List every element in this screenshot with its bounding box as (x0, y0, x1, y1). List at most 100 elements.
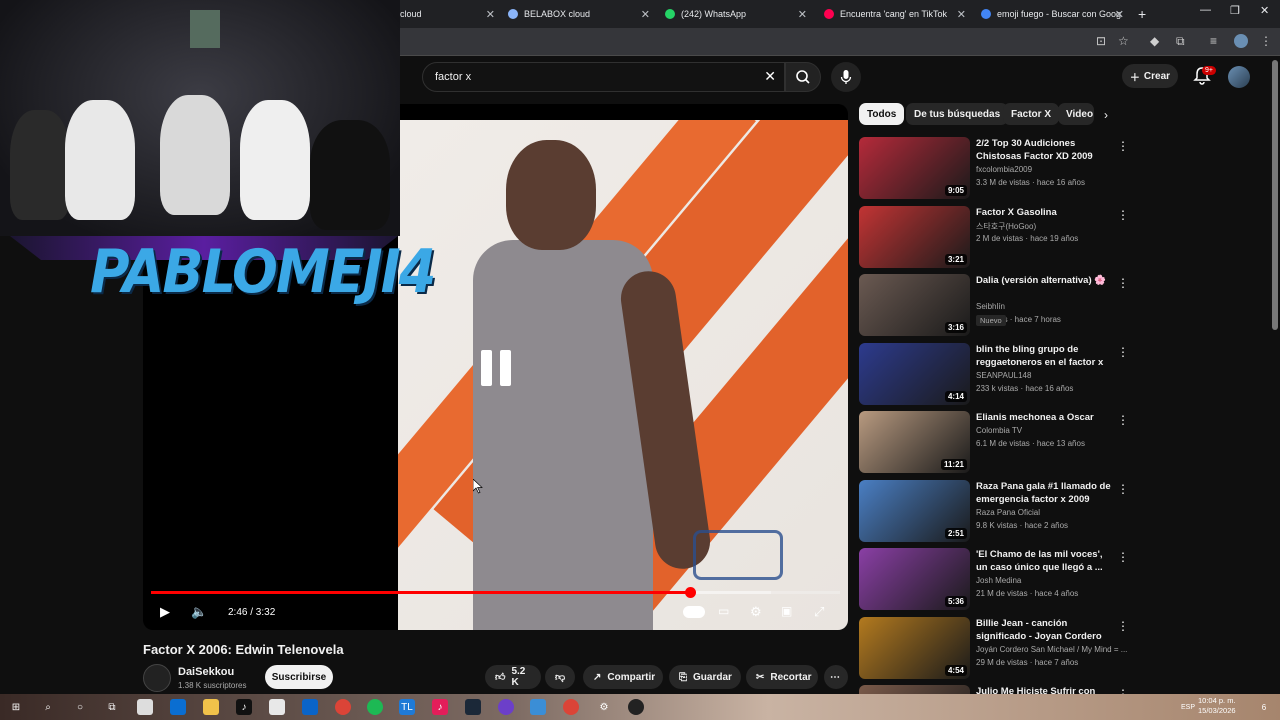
tl-app-icon[interactable]: TL (399, 699, 415, 715)
chip-all[interactable]: Todos (859, 103, 905, 125)
recommended-channel[interactable]: Joyán Cordero San Michael / My Mind = ..… (976, 645, 1127, 654)
save-button[interactable]: ⎘ Guardar (669, 665, 741, 689)
video-thumbnail[interactable]: 5:36 (859, 548, 970, 610)
file-icon[interactable] (137, 699, 153, 715)
app-icon[interactable] (530, 699, 546, 715)
close-icon[interactable]: ✕ (957, 8, 966, 21)
search-input[interactable]: factor x (435, 71, 471, 83)
like-button[interactable]: 👍︎ 5.2 K (485, 665, 541, 689)
volume-icon[interactable]: 🔈 (191, 604, 207, 620)
minimize-icon[interactable]: — (1200, 4, 1211, 16)
recommended-video[interactable]: 11:21 Elianis mechonea a Oscar Colombia … (859, 411, 1129, 475)
recommended-title[interactable]: Dalia (versión alternativa) 🌸 (976, 274, 1111, 287)
bookmark-star-icon[interactable]: ☆ (1118, 34, 1129, 48)
kebab-menu-icon[interactable]: ⋮ (1260, 34, 1272, 48)
recommended-channel[interactable]: Colombia TV (976, 426, 1022, 435)
kebab-menu-icon[interactable]: ⋮ (1117, 139, 1129, 153)
recommended-video[interactable]: 4:14 blin the bling grupo de reggaetoner… (859, 343, 1129, 407)
recommended-video[interactable]: 2:51 Raza Pana gala #1 llamado de emerge… (859, 480, 1129, 544)
clear-search-icon[interactable]: ✕ (764, 68, 776, 85)
media-icon[interactable]: ≡ (1210, 34, 1217, 48)
recommended-title[interactable]: Billie Jean - canción significado - Joya… (976, 617, 1111, 643)
recommended-channel[interactable]: Raza Pana Oficial (976, 508, 1040, 517)
close-icon[interactable]: ✕ (486, 8, 495, 21)
fullscreen-icon[interactable]: ⤢ (814, 604, 824, 620)
settings-gear-icon[interactable]: ⚙ (750, 604, 762, 620)
edge-icon[interactable] (170, 699, 186, 715)
video-thumbnail[interactable]: 4:54 (859, 617, 970, 679)
recommended-title[interactable]: Raza Pana gala #1 llamado de emergencia … (976, 480, 1111, 506)
browser-tab[interactable]: BELABOX cloud ✕ (508, 2, 650, 26)
close-window-icon[interactable]: ✕ (1260, 4, 1269, 17)
extension-icon[interactable]: ◆ (1150, 34, 1159, 48)
close-icon[interactable]: ✕ (798, 8, 807, 21)
recommended-video[interactable]: 4:54 Billie Jean - canción significado -… (859, 617, 1129, 681)
autoplay-toggle[interactable] (683, 606, 705, 618)
recommended-video[interactable]: 9:05 2/2 Top 30 Audiciones Chistosas Fac… (859, 137, 1129, 201)
profile-icon[interactable] (1234, 34, 1248, 48)
obs-icon[interactable] (628, 699, 644, 715)
recommended-channel[interactable]: Josh Medina (976, 576, 1021, 585)
more-actions-button[interactable]: ⋯ (824, 665, 848, 689)
new-tab-button[interactable]: + (1138, 2, 1152, 26)
recommended-title[interactable]: 'El Chamo de las mil voces', un caso úni… (976, 548, 1111, 574)
browser-tab[interactable]: (242) WhatsApp ✕ (665, 2, 807, 26)
recommended-title[interactable]: blin the bling grupo de reggaetoneros en… (976, 343, 1111, 369)
share-button[interactable]: ↗ Compartir (583, 665, 663, 689)
puzzle-icon[interactable]: ⧉ (1176, 34, 1185, 49)
chip-video[interactable]: Video (1058, 103, 1094, 125)
kebab-menu-icon[interactable]: ⋮ (1117, 482, 1129, 496)
video-thumbnail[interactable]: 3:21 (859, 206, 970, 268)
browser-tab[interactable]: cloud ✕ (400, 2, 495, 26)
create-button[interactable]: ＋ Crear (1122, 64, 1178, 88)
dislike-button[interactable]: 👎︎ (545, 665, 575, 689)
kebab-menu-icon[interactable]: ⋮ (1117, 687, 1129, 694)
recommended-video[interactable]: 3:16 Dalia (versión alternativa) 🌸 Seibh… (859, 274, 1129, 338)
recommended-channel[interactable]: fxcolombia2009 (976, 165, 1032, 174)
video-thumbnail[interactable]: 4:14 (859, 343, 970, 405)
language-indicator[interactable]: ESP (1178, 699, 1198, 715)
close-icon[interactable]: ✕ (641, 8, 650, 21)
tiktok-live-icon[interactable]: ♪ (432, 699, 448, 715)
store-icon[interactable] (269, 699, 285, 715)
search-button[interactable] (785, 62, 821, 92)
recommended-title[interactable]: Factor X Gasolina (976, 206, 1111, 219)
recommended-channel[interactable]: Seibhlín (976, 302, 1005, 311)
clip-button[interactable]: ✂ Recortar (746, 665, 818, 689)
cortana-icon[interactable]: ○ (72, 699, 88, 715)
search-icon[interactable]: ⌕ (40, 699, 56, 715)
chip-from-searches[interactable]: De tus búsquedas (906, 103, 1009, 125)
recommended-channel[interactable]: SEANPAUL148 (976, 371, 1031, 380)
scrollbar[interactable] (1272, 60, 1278, 330)
chrome-icon[interactable] (563, 699, 579, 715)
chevron-right-icon[interactable]: › (1104, 108, 1108, 122)
kebab-menu-icon[interactable]: ⋮ (1117, 413, 1129, 427)
kebab-menu-icon[interactable]: ⋮ (1117, 550, 1129, 564)
chrome-icon[interactable] (335, 699, 351, 715)
system-clock[interactable]: 10:04 p. m. 15/03/2026 (1198, 696, 1236, 716)
task-view-icon[interactable]: ⧉ (104, 699, 120, 715)
recommended-title[interactable]: 2/2 Top 30 Audiciones Chistosas Factor X… (976, 137, 1111, 163)
kebab-menu-icon[interactable]: ⋮ (1117, 208, 1129, 222)
subtitles-icon[interactable]: ▭ (718, 604, 729, 618)
video-thumbnail[interactable]: 9:05 (859, 137, 970, 199)
theater-mode-icon[interactable]: ▣ (781, 604, 792, 618)
app-icon[interactable] (498, 699, 514, 715)
channel-avatar[interactable] (143, 664, 171, 692)
search-box[interactable]: factor x ✕ (422, 62, 785, 92)
account-avatar[interactable] (1228, 66, 1250, 88)
steam-icon[interactable] (465, 699, 481, 715)
folder-icon[interactable] (203, 699, 219, 715)
recommended-channel[interactable]: 스타호구(HoGoo) (976, 221, 1036, 232)
windows-start-icon[interactable]: ⊞ (8, 699, 24, 715)
video-thumbnail[interactable]: 3:16 (859, 274, 970, 336)
install-icon[interactable]: ⊡ (1096, 34, 1106, 48)
video-thumbnail[interactable]: 2:51 (859, 480, 970, 542)
chip-factor-x[interactable]: Factor X (1003, 103, 1060, 125)
kebab-menu-icon[interactable]: ⋮ (1117, 345, 1129, 359)
restore-icon[interactable]: ❐ (1230, 4, 1240, 17)
recommended-title[interactable]: Elianis mechonea a Oscar (976, 411, 1111, 424)
settings-gear-icon[interactable]: ⚙ (596, 699, 612, 715)
browser-tab[interactable]: Encuentra 'cang' en TikTok ✕ (824, 2, 966, 26)
spotify-icon[interactable] (367, 699, 383, 715)
